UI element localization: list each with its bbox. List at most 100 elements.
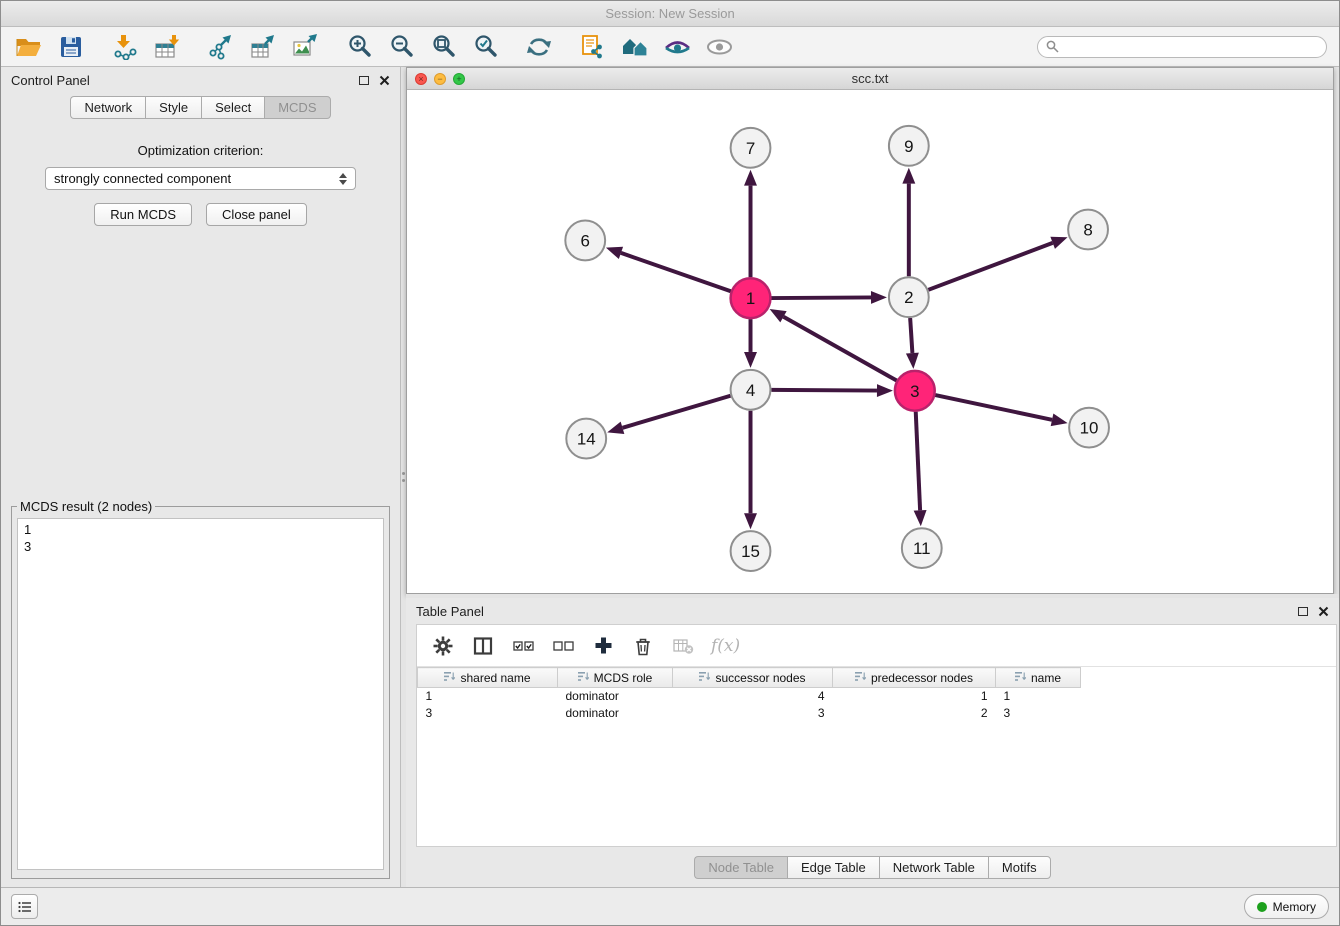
unselect-all-columns-button[interactable] — [551, 634, 575, 658]
graph-edge-3-11[interactable] — [914, 412, 927, 527]
graph-node-14[interactable]: 14 — [566, 419, 606, 459]
graph-node-4[interactable]: 4 — [731, 370, 771, 410]
task-history-button[interactable] — [11, 894, 38, 919]
table-cell[interactable]: dominator — [558, 688, 673, 705]
columns-icon — [473, 636, 493, 656]
tab-mcds[interactable]: MCDS — [264, 96, 330, 119]
svg-text:11: 11 — [913, 539, 931, 558]
close-panel-button[interactable]: Close panel — [206, 203, 307, 226]
minimize-window-icon[interactable]: − — [434, 73, 446, 85]
graph-node-7[interactable]: 7 — [731, 128, 771, 168]
tab-motifs[interactable]: Motifs — [988, 856, 1051, 879]
graph-node-3[interactable]: 3 — [895, 371, 935, 411]
column-header[interactable]: shared name — [418, 668, 558, 688]
copy-network-icon — [580, 34, 606, 60]
zoom-in-button[interactable] — [343, 32, 375, 62]
column-header[interactable]: MCDS role — [558, 668, 673, 688]
graph-edge-2-8[interactable] — [928, 237, 1067, 290]
graph-node-6[interactable]: 6 — [565, 221, 605, 261]
add-column-button[interactable] — [591, 634, 615, 658]
network-window-title: scc.txt — [852, 71, 889, 86]
graph-edge-3-1[interactable] — [770, 309, 897, 381]
function-builder-button[interactable]: f(x) — [711, 634, 740, 658]
table-cell[interactable]: dominator — [558, 705, 673, 722]
table-cell[interactable]: 3 — [996, 705, 1081, 722]
svg-text:2: 2 — [904, 288, 913, 307]
show-hide-button[interactable] — [703, 32, 735, 62]
mcds-result-area[interactable]: 1 3 — [17, 518, 384, 870]
graph-node-8[interactable]: 8 — [1068, 210, 1108, 250]
graph-node-9[interactable]: 9 — [889, 126, 929, 166]
delete-columns-button[interactable] — [631, 634, 655, 658]
graph-edge-2-9[interactable] — [902, 168, 915, 277]
graph-edge-1-2[interactable] — [771, 291, 887, 304]
copy-network-view-button[interactable] — [577, 32, 609, 62]
table-row[interactable]: 1dominator411 — [418, 688, 1081, 705]
column-header-label: shared name — [460, 671, 530, 685]
sort-icon — [444, 671, 455, 685]
close-table-panel-icon[interactable] — [1318, 606, 1329, 617]
graph-node-10[interactable]: 10 — [1069, 408, 1109, 448]
memory-button[interactable]: Memory — [1244, 894, 1329, 919]
tab-style[interactable]: Style — [145, 96, 201, 119]
float-table-panel-icon[interactable] — [1298, 607, 1308, 616]
graph-node-11[interactable]: 11 — [902, 528, 942, 568]
clear-table-icon — [673, 637, 694, 655]
network-canvas[interactable]: 7 9 6 8 1 2 4 3 14 10 15 11 — [407, 90, 1333, 593]
network-overview-button[interactable] — [619, 32, 651, 62]
graph-node-15[interactable]: 15 — [731, 531, 771, 571]
table-cell[interactable]: 3 — [673, 705, 833, 722]
zoom-out-button[interactable] — [385, 32, 417, 62]
export-image-button[interactable] — [289, 32, 321, 62]
table-cell[interactable]: 1 — [833, 688, 996, 705]
table-cell[interactable]: 3 — [418, 705, 558, 722]
tab-select[interactable]: Select — [201, 96, 264, 119]
run-mcds-button[interactable]: Run MCDS — [94, 203, 192, 226]
graph-edge-1-6[interactable] — [606, 247, 731, 291]
column-header[interactable]: predecessor nodes — [833, 668, 996, 688]
float-panel-icon[interactable] — [359, 76, 369, 85]
tab-network-table[interactable]: Network Table — [879, 856, 988, 879]
table-cell[interactable]: 2 — [833, 705, 996, 722]
graph-edge-1-4[interactable] — [744, 319, 757, 368]
graph-edge-4-3[interactable] — [771, 384, 892, 397]
criterion-select[interactable]: strongly connected component — [45, 167, 356, 190]
select-all-columns-button[interactable] — [511, 634, 535, 658]
search-box[interactable] — [1037, 36, 1327, 58]
clear-table-button[interactable] — [671, 634, 695, 658]
graph-edge-2-3[interactable] — [906, 318, 919, 369]
export-network-button[interactable] — [205, 32, 237, 62]
graph-edge-3-10[interactable] — [935, 395, 1067, 426]
zoom-selected-button[interactable] — [469, 32, 501, 62]
refresh-layout-button[interactable] — [523, 32, 555, 62]
tab-network[interactable]: Network — [70, 96, 145, 119]
import-table-button[interactable] — [151, 32, 183, 62]
maximize-window-icon[interactable]: + — [453, 73, 465, 85]
column-header[interactable]: name — [996, 668, 1081, 688]
table-cell[interactable]: 1 — [418, 688, 558, 705]
table-cell[interactable]: 1 — [996, 688, 1081, 705]
graph-edge-4-14[interactable] — [607, 396, 730, 434]
search-input[interactable] — [1065, 40, 1318, 54]
table-cell[interactable]: 4 — [673, 688, 833, 705]
column-header[interactable]: successor nodes — [673, 668, 833, 688]
table-settings-button[interactable] — [431, 634, 455, 658]
close-window-icon[interactable]: × — [415, 73, 427, 85]
export-table-button[interactable] — [247, 32, 279, 62]
tab-edge-table[interactable]: Edge Table — [787, 856, 879, 879]
graph-node-1[interactable]: 1 — [731, 278, 771, 318]
graph-edge-4-15[interactable] — [744, 411, 757, 529]
save-session-button[interactable] — [55, 32, 87, 62]
import-network-button[interactable] — [109, 32, 141, 62]
show-columns-button[interactable] — [471, 634, 495, 658]
graph-edge-1-7[interactable] — [744, 170, 757, 278]
close-panel-icon[interactable] — [379, 75, 390, 86]
table-row[interactable]: 3dominator323 — [418, 705, 1081, 722]
graphics-details-button[interactable] — [661, 32, 693, 62]
tab-node-table[interactable]: Node Table — [694, 856, 787, 879]
open-session-button[interactable] — [13, 32, 45, 62]
graph-node-2[interactable]: 2 — [889, 277, 929, 317]
zoom-fit-button[interactable] — [427, 32, 459, 62]
window-titlebar: Session: New Session — [1, 1, 1339, 27]
control-panel-header: Control Panel — [1, 67, 400, 93]
